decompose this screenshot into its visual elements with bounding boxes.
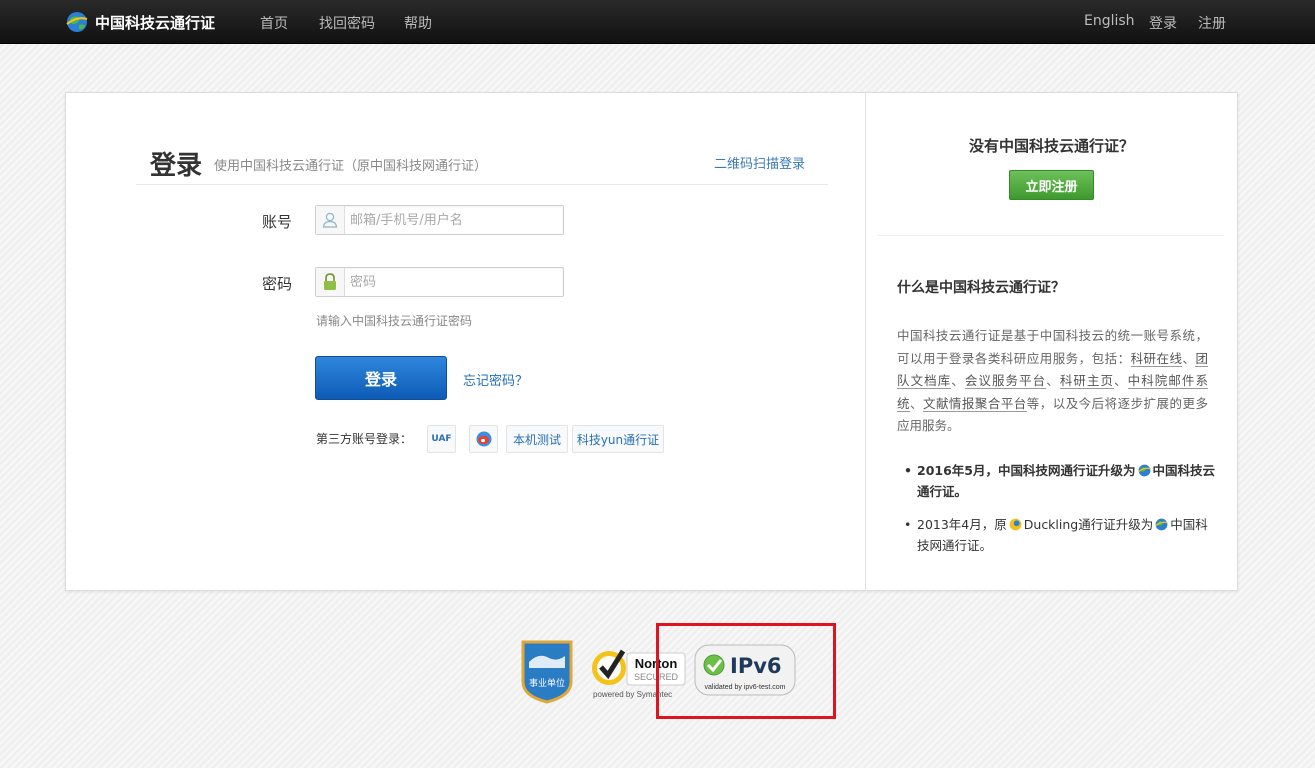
news-item-2013: • 2013年4月，原 Duckling通行证升级为 中国科技网通行证。 [904, 514, 1217, 556]
weibo-icon [476, 431, 491, 447]
qr-login-link[interactable]: 二维码扫描登录 [714, 153, 805, 172]
service-description: 中国科技云通行证是基于中国科技云的统一账号系统，可以用于登录各类科研应用服务，包… [897, 328, 1208, 433]
uaf-label: UAF [431, 434, 452, 444]
globe-small-icon [1155, 518, 1168, 531]
news-2013-mid: Duckling通行证升级为 [1023, 517, 1154, 532]
nav-register-link[interactable]: 注册 [1198, 13, 1226, 33]
bullet: • [904, 517, 912, 532]
kejiyun-login-button[interactable]: 科技yun通行证 [572, 425, 664, 453]
service-link-homepage[interactable]: 科研主页 [1059, 373, 1115, 389]
news-2016-text: 2016年5月，中国科技网通行证升级为 [917, 463, 1136, 478]
top-nav-bar: 中国科技云通行证 首页 找回密码 帮助 English 登录 注册 [0, 0, 1315, 44]
third-party-label: 第三方账号登录： [316, 432, 413, 446]
nav-recover-password-link[interactable]: 找回密码 [319, 13, 375, 33]
bullet: • [904, 463, 912, 478]
forgot-password-link[interactable]: 忘记密码？ [463, 370, 528, 389]
news-2013-prefix: 2013年4月，原 [917, 517, 1007, 532]
highlight-box [656, 623, 836, 719]
badge-unit-text: 事业单位 [529, 677, 565, 689]
password-hint: 请输入中国科技云通行证密码 [316, 314, 473, 328]
account-label: 账号 [262, 213, 293, 231]
account-field[interactable] [315, 205, 564, 235]
service-link-meeting[interactable]: 会议服务平台 [964, 373, 1047, 389]
password-label: 密码 [262, 275, 293, 293]
news-item-2016: • 2016年5月，中国科技网通行证升级为 中国科技云通行证。 [904, 460, 1217, 502]
service-link-literature[interactable]: 文献情报聚合平台 [922, 395, 1027, 412]
nav-home-link[interactable]: 首页 [260, 13, 288, 33]
brand-logo[interactable]: 中国科技云通行证 [66, 11, 215, 33]
nav-login-link[interactable]: 登录 [1149, 13, 1177, 33]
brand-name: 中国科技云通行证 [95, 13, 216, 32]
login-title: 登录 [150, 151, 203, 181]
weibo-login-button[interactable] [469, 425, 498, 453]
what-is-title: 什么是中国科技云通行证？ [897, 280, 1065, 296]
globe-logo-icon [66, 12, 88, 32]
user-icon [316, 206, 345, 234]
password-input[interactable] [350, 272, 555, 292]
login-button[interactable]: 登录 [315, 356, 447, 400]
account-input[interactable] [350, 210, 555, 230]
register-button[interactable]: 立即注册 [1009, 170, 1094, 200]
local-test-login-button[interactable]: 本机测试 [506, 425, 568, 453]
login-card: 登录 使用中国科技云通行证（原中国科技网通行证） 二维码扫描登录 账号 密码 请… [65, 92, 1238, 591]
card-divider [865, 93, 866, 590]
nav-english-link[interactable]: English [1084, 13, 1135, 29]
service-link-kyzx[interactable]: 科研在线 [1130, 350, 1183, 367]
password-field[interactable] [315, 267, 564, 297]
public-institution-badge[interactable]: 事业单位 [519, 638, 575, 704]
lock-icon [316, 268, 345, 296]
no-account-title: 没有中国科技云通行证？ [968, 137, 1134, 155]
uaf-login-button[interactable]: UAF [427, 425, 456, 453]
globe-small-icon [1137, 464, 1151, 477]
nav-help-link[interactable]: 帮助 [404, 13, 432, 33]
duckling-icon [1009, 518, 1022, 531]
sidebar-divider [878, 235, 1224, 236]
login-subtitle: 使用中国科技云通行证（原中国科技网通行证） [214, 159, 488, 174]
title-divider [136, 184, 828, 185]
